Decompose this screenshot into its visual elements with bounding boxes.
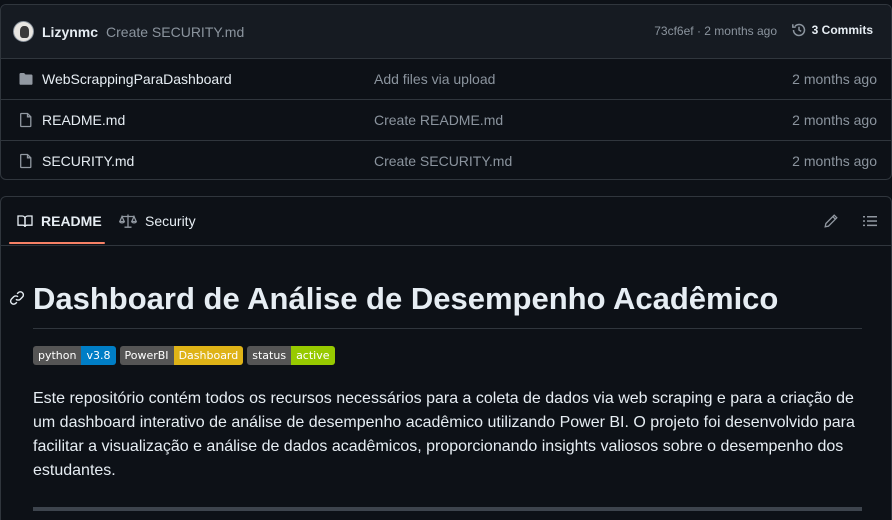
- commits-history-link[interactable]: 3 Commits: [791, 22, 873, 38]
- commits-count: 3 Commits: [811, 23, 873, 37]
- badge-value: v3.8: [81, 346, 116, 365]
- outline-button[interactable]: [860, 211, 880, 231]
- book-icon: [17, 215, 33, 228]
- tab-readme-label: README: [41, 213, 102, 229]
- badge-label: status: [247, 346, 292, 365]
- tab-security-label: Security: [145, 213, 196, 229]
- active-tab-indicator: [9, 242, 105, 244]
- law-scale-icon: [119, 214, 137, 228]
- file-icon: [20, 153, 32, 169]
- file-commit-message[interactable]: Add files via upload: [374, 71, 495, 87]
- file-name[interactable]: README.md: [42, 112, 125, 128]
- badges: python v3.8 PowerBI Dashboard status act…: [33, 346, 335, 365]
- status-badge[interactable]: status active: [247, 346, 335, 365]
- file-browser: Lizynmc Create SECURITY.md 73cf6ef · 2 m…: [0, 4, 892, 180]
- edit-file-button[interactable]: [821, 211, 841, 231]
- file-name[interactable]: SECURITY.md: [42, 153, 134, 169]
- commit-message[interactable]: Create SECURITY.md: [106, 24, 244, 40]
- file-row-security[interactable]: SECURITY.md Create SECURITY.md 2 months …: [1, 141, 891, 179]
- file-commit-message[interactable]: Create README.md: [374, 112, 503, 128]
- file-commit-message[interactable]: Create SECURITY.md: [374, 153, 512, 169]
- section-divider: [33, 507, 862, 511]
- list-unordered-icon: [863, 216, 877, 227]
- pencil-icon: [824, 214, 838, 228]
- file-date: 2 months ago: [792, 71, 877, 87]
- commit-author[interactable]: Lizynmc: [42, 24, 98, 40]
- readme-description: Este repositório contém todos os recurso…: [33, 390, 855, 479]
- link-anchor-icon[interactable]: [9, 290, 25, 306]
- readme-panel: README Security Dashboard de Análise de …: [0, 196, 892, 520]
- folder-icon: [19, 73, 33, 85]
- avatar[interactable]: [13, 21, 34, 42]
- file-name[interactable]: WebScrappingParaDashboard: [42, 71, 232, 87]
- file-date: 2 months ago: [792, 153, 877, 169]
- powerbi-badge[interactable]: PowerBI Dashboard: [119, 346, 244, 365]
- latest-commit-bar: Lizynmc Create SECURITY.md 73cf6ef · 2 m…: [1, 5, 891, 59]
- readme-title: Dashboard de Análise de Desempenho Acadê…: [33, 281, 779, 316]
- commit-meta[interactable]: 73cf6ef · 2 months ago: [654, 24, 777, 38]
- file-icon: [20, 112, 32, 128]
- python-version-badge[interactable]: python v3.8: [33, 346, 116, 365]
- badge-label: PowerBI: [119, 346, 174, 365]
- file-date: 2 months ago: [792, 112, 877, 128]
- file-row-webscrapping[interactable]: WebScrappingParaDashboard Add files via …: [1, 59, 891, 100]
- badge-value: active: [291, 346, 335, 365]
- badge-label: python: [33, 346, 82, 365]
- tab-readme[interactable]: README: [9, 197, 110, 245]
- tab-security[interactable]: Security: [119, 197, 196, 245]
- file-row-readme[interactable]: README.md Create README.md 2 months ago: [1, 100, 891, 141]
- readme-tabs: README Security: [1, 197, 891, 246]
- title-divider: [33, 328, 862, 329]
- history-icon: [791, 23, 805, 37]
- badge-value: Dashboard: [173, 346, 244, 365]
